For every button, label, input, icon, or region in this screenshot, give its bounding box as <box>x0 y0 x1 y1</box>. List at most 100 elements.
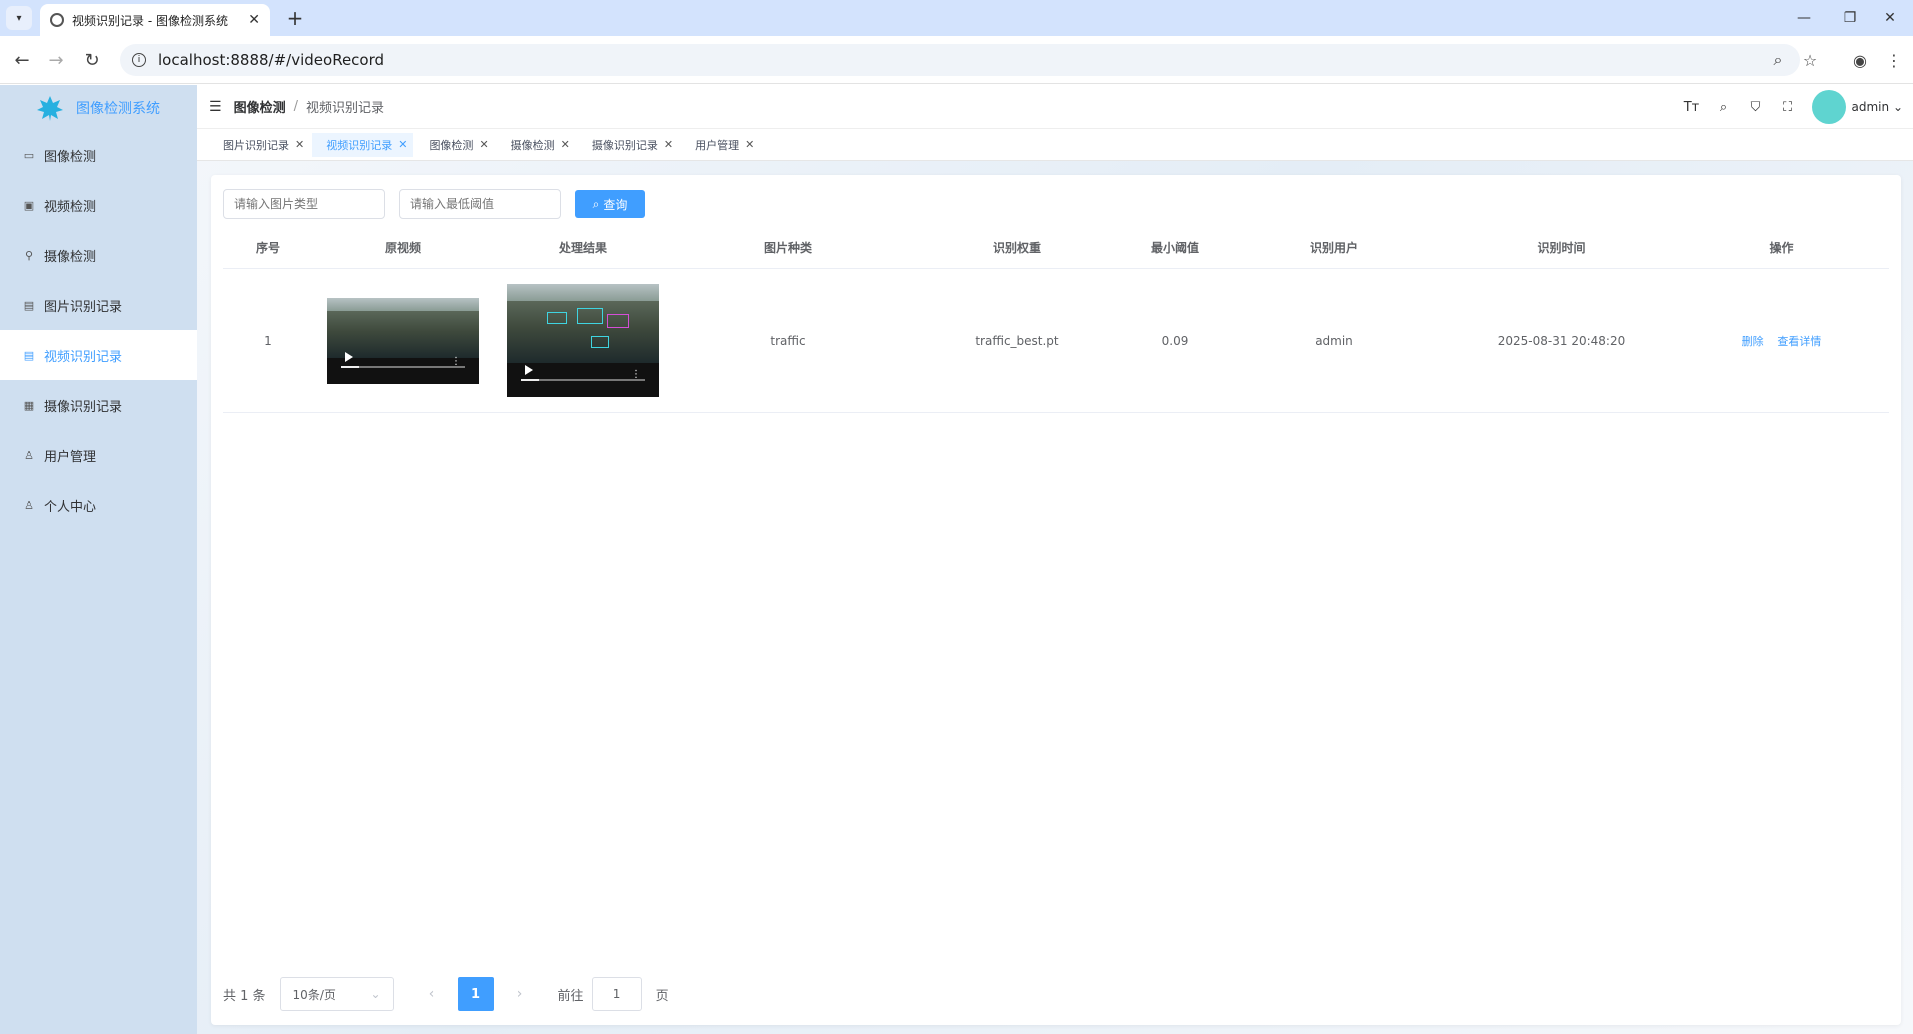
avatar[interactable] <box>1811 90 1846 124</box>
browser-menu-button[interactable]: ⋮ <box>1880 46 1908 74</box>
more-vert-icon: ⋮ <box>1886 50 1902 70</box>
tag-label: 图片识别记录 <box>223 138 289 152</box>
tag-camera-record[interactable]: 摄像识别记录 ✕ <box>578 133 679 157</box>
close-icon[interactable]: ✕ <box>248 12 260 28</box>
col-time: 识别时间 <box>1537 241 1586 255</box>
cell-user: admin <box>1315 333 1353 348</box>
user-name-text: admin <box>1851 100 1890 114</box>
play-icon[interactable] <box>345 351 353 362</box>
more-vert-icon[interactable]: ⋮ <box>451 356 461 366</box>
original-video-player[interactable]: ⋮ <box>327 297 479 384</box>
cell-original-video: ⋮ <box>313 297 493 384</box>
plus-icon: + <box>286 6 304 30</box>
detection-box <box>607 314 629 328</box>
filter-bar: ⌕ 查询 <box>223 189 645 219</box>
threshold-input[interactable] <box>399 189 561 219</box>
new-tab-button[interactable]: + <box>282 6 308 30</box>
col-actions: 操作 <box>1769 241 1794 255</box>
video-progress-fill <box>341 365 359 368</box>
tag-image-detect[interactable]: 图像检测 ✕ <box>415 133 494 157</box>
result-video-player[interactable]: ⋮ <box>507 284 659 397</box>
cell-index: 1 <box>264 333 272 348</box>
type-input[interactable] <box>223 189 385 219</box>
navbar-right: Tт ⌕ ⛉ ⛶ admin ⌄ <box>1676 85 1913 129</box>
back-button[interactable]: ← <box>8 46 36 74</box>
address-bar: ← → ↻ i localhost:8888/#/videoRecord ⌕ ☆… <box>0 36 1913 84</box>
page-size-select[interactable]: 10条/页 ⌄ <box>279 977 394 1011</box>
breadcrumb-root[interactable]: 图像检测 <box>234 97 286 116</box>
document-icon: ▤ <box>23 348 35 362</box>
search-icon[interactable]: ⌕ <box>1708 100 1740 115</box>
video-frame <box>507 284 659 364</box>
play-icon[interactable] <box>525 365 533 375</box>
film-icon: ▦ <box>23 398 35 412</box>
view-detail-button[interactable]: 查看详情 <box>1777 335 1821 348</box>
sidebar-item-profile[interactable]: ♙ 个人中心 <box>0 480 197 530</box>
sidebar-item-label: 视频检测 <box>44 199 97 215</box>
query-button[interactable]: ⌕ 查询 <box>575 190 645 218</box>
pagination-total: 共 1 条 <box>223 988 266 1004</box>
goto-page-input[interactable]: 1 <box>591 977 642 1011</box>
col-threshold: 最小阈值 <box>1150 241 1199 255</box>
sidebar-item-video-detect[interactable]: ▣ 视频检测 <box>0 180 197 230</box>
font-size-icon[interactable]: Tт <box>1676 100 1708 115</box>
sidebar-item-image-detect[interactable]: ▭ 图像检测 <box>0 130 197 180</box>
tag-video-record[interactable]: 视频识别记录 ✕ <box>312 132 414 157</box>
app-logo[interactable]: 图像检测系统 <box>0 85 197 130</box>
url-input[interactable]: i localhost:8888/#/videoRecord <box>120 44 1800 76</box>
close-icon[interactable]: ✕ <box>398 138 407 151</box>
next-page-button[interactable]: › <box>506 986 534 1002</box>
prev-page-button[interactable]: ‹ <box>418 986 446 1002</box>
sidebar-item-camera-record[interactable]: ▦ 摄像识别记录 <box>0 380 197 430</box>
user-icon: ♙ <box>24 448 34 462</box>
delete-button[interactable]: 删除 <box>1742 335 1764 348</box>
document-icon: ▤ <box>23 298 35 312</box>
close-icon[interactable]: ✕ <box>664 138 673 151</box>
tab-search-button[interactable]: ▾ <box>6 6 32 30</box>
close-icon: ✕ <box>1884 10 1896 26</box>
close-icon[interactable]: ✕ <box>479 138 488 151</box>
forward-button[interactable]: → <box>42 46 70 74</box>
video-icon: ▣ <box>23 198 35 212</box>
sidebar-item-label: 图片识别记录 <box>44 299 123 315</box>
zoom-button[interactable]: ⌕ <box>1764 46 1792 74</box>
hamburger-icon[interactable]: ☰ <box>209 99 222 115</box>
leaf-logo-icon <box>37 95 63 121</box>
video-progress[interactable] <box>521 379 645 381</box>
page-number-current[interactable]: 1 <box>457 977 494 1011</box>
profile-button[interactable]: ◉ <box>1846 46 1874 74</box>
close-window-button[interactable]: ✕ <box>1863 0 1913 36</box>
close-icon[interactable]: ✕ <box>561 138 570 151</box>
sidebar-item-camera-detect[interactable]: ⚲ 摄像检测 <box>0 230 197 280</box>
tag-image-record[interactable]: 图片识别记录 ✕ <box>209 133 310 157</box>
main-area: ☰ 图像检测 / 视频识别记录 Tт ⌕ ⛉ ⛶ admin ⌄ 图片识别记录 ✕… <box>197 85 1913 1034</box>
sidebar-item-label: 摄像识别记录 <box>44 399 123 415</box>
pagination: 共 1 条 10条/页 ⌄ ‹ 1 › 前往 1 页 <box>223 977 669 1011</box>
close-icon[interactable]: ✕ <box>295 138 304 151</box>
sidebar-item-label: 摄像检测 <box>44 249 97 265</box>
video-progress[interactable] <box>341 365 465 368</box>
tag-user-manage[interactable]: 用户管理 ✕ <box>681 133 760 157</box>
chevron-down-icon: ⌄ <box>370 987 381 1001</box>
col-weight: 识别权重 <box>992 241 1041 255</box>
reload-button[interactable]: ↻ <box>78 46 106 74</box>
star-icon: ☆ <box>1802 50 1818 70</box>
record-table: 序号 原视频 处理结果 图片种类 识别权重 最小阈值 识别用户 识别时间 操作 … <box>223 227 1889 413</box>
fullscreen-icon[interactable]: ⛶ <box>1772 100 1804 115</box>
globe-icon <box>50 13 64 27</box>
theme-shirt-icon[interactable]: ⛉ <box>1740 100 1772 115</box>
sidebar-item-image-record[interactable]: ▤ 图片识别记录 <box>0 280 197 330</box>
tag-label: 用户管理 <box>695 138 740 152</box>
close-icon[interactable]: ✕ <box>745 138 754 151</box>
sidebar-item-video-record[interactable]: ▤ 视频识别记录 <box>0 330 197 380</box>
bookmark-button[interactable]: ☆ <box>1796 46 1824 74</box>
user-name[interactable]: admin ⌄ <box>1852 100 1904 114</box>
sidebar-item-user-manage[interactable]: ♙ 用户管理 <box>0 430 197 480</box>
breadcrumb-separator: / <box>293 99 298 114</box>
more-vert-icon[interactable]: ⋮ <box>631 370 641 380</box>
cell-actions: 删除 查看详情 <box>1674 333 1889 349</box>
cell-threshold: 0.09 <box>1161 333 1189 348</box>
tag-camera-detect[interactable]: 摄像检测 ✕ <box>497 133 576 157</box>
browser-tab[interactable]: 视频识别记录 - 图像检测系统 ✕ <box>40 4 270 36</box>
logo-text: 图像检测系统 <box>76 100 160 117</box>
